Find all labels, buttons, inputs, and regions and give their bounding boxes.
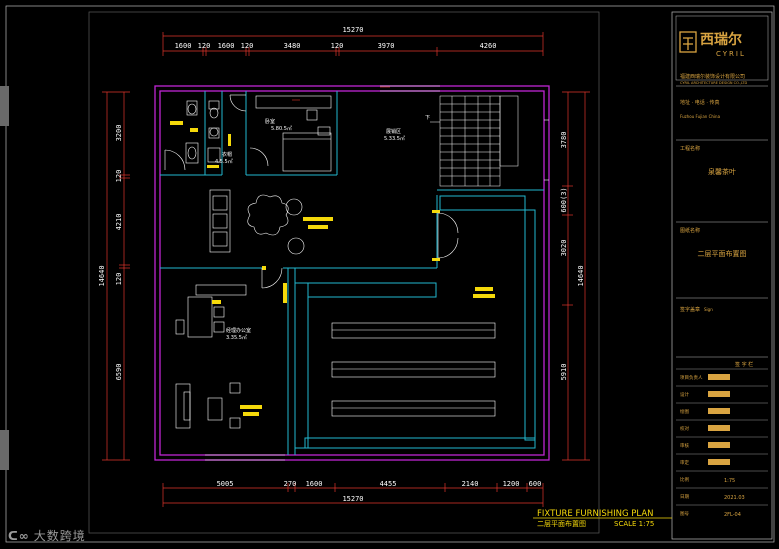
- sign-row-mark: [708, 425, 730, 431]
- company-full-name-en: CYRIL ARCHITECTURE DESIGN CO.,LTD: [680, 81, 748, 85]
- room-display-area: 5.33.5㎡: [384, 135, 405, 142]
- watermark-text: 大数跨境: [33, 529, 86, 543]
- left-segment-dims: 3200 120 4210 120 6590: [115, 125, 123, 381]
- dim-label: 1600: [175, 42, 192, 50]
- doors: [164, 94, 459, 289]
- sign-row-label: 项目负责人: [680, 374, 703, 381]
- sign-row-mark: [708, 374, 730, 380]
- dim-label: 4260: [480, 42, 497, 50]
- room-office-area: 3.35.5㎡: [226, 334, 247, 341]
- sign-row-label: 审定: [680, 459, 689, 466]
- sign-header: 签 字 栏: [735, 361, 753, 368]
- address-value: Fuzhou Fujian China: [680, 114, 721, 119]
- top-segment-dims: 1600 120 1600 120 3480 120 3970 4260: [175, 42, 497, 50]
- sign-row-mark: [708, 442, 730, 448]
- seal-value: Sign: [704, 307, 713, 312]
- room-bedroom-name: 卧室: [265, 118, 275, 125]
- dim-label: 120: [115, 170, 123, 183]
- staircase: [430, 95, 519, 187]
- room-closet-name: 衣帽: [222, 151, 232, 158]
- drawing-title-cn: 二层平面布置图: [537, 519, 586, 528]
- seal-label: 签字盖章: [680, 306, 700, 313]
- bottom-total-dim: 15270: [342, 495, 363, 503]
- sign-row-mark: [708, 408, 730, 414]
- room-closet-area: 4.5.5㎡: [215, 158, 233, 165]
- dim-label: 1200: [503, 480, 520, 488]
- floor-plan-drawing: 15270 1600 120 1600 120 3480 120 3970 42…: [5, 5, 775, 543]
- dim-label: 1600: [218, 42, 235, 50]
- company-name-en: CYRIL: [716, 50, 746, 58]
- dim-label: 3200: [115, 125, 123, 142]
- project-value: 泉馨茶叶: [708, 167, 736, 176]
- dim-label: 3480: [284, 42, 301, 50]
- sign-row-label: 校对: [680, 425, 689, 432]
- office-tags: [212, 300, 262, 416]
- sign-row-label: 日期: [680, 494, 689, 500]
- sign-row-mark: [708, 391, 730, 397]
- bedroom-hatch: [292, 86, 390, 101]
- meeting-area-furniture: [209, 189, 305, 255]
- sign-row-label: 设计: [680, 391, 689, 398]
- dim-label: 1600: [306, 480, 323, 488]
- sign-row-label: 绘图: [680, 408, 689, 415]
- bottom-segment-dims: 5005 270 1600 4455 2140 1200 600: [217, 480, 542, 488]
- room-display-name: 展销区: [386, 128, 401, 135]
- window-openings: [205, 85, 549, 461]
- watermark: ᑕ∞ 大数跨境: [8, 527, 86, 544]
- drawing-name-label: 图纸名称: [680, 227, 700, 234]
- dim-label: 120: [331, 42, 344, 50]
- display-shelves: [331, 322, 496, 417]
- display-tags: [473, 287, 495, 298]
- sign-row-value: 2FL-04: [724, 512, 741, 518]
- project-label: 工程名称: [680, 145, 700, 152]
- meeting-area-tags: [303, 217, 333, 229]
- title-block: 西瑞尔 CYRIL 福建西瑞尔装饰设计有限公司 CYRIL ARCHITECTU…: [675, 15, 769, 518]
- sign-row-label: 审核: [680, 442, 689, 449]
- dim-label: 120: [115, 273, 123, 286]
- company-logo-icon: [679, 31, 697, 53]
- dim-label: 3970: [378, 42, 395, 50]
- company-full-name: 福建西瑞尔装饰设计有限公司: [680, 73, 745, 80]
- stair-direction-label: 下: [425, 115, 430, 121]
- dim-label: 600: [529, 480, 542, 488]
- dim-label: 120: [198, 42, 211, 50]
- dim-label: 120: [241, 42, 254, 50]
- left-total-dim: 14640: [98, 265, 106, 286]
- dim-label: 3780: [560, 132, 568, 149]
- left-scroll-handle[interactable]: [0, 430, 9, 470]
- dim-label: 270: [284, 480, 297, 488]
- room-office-name: 经理办公室: [226, 327, 251, 334]
- sign-rows: 项目负责人设计绘图校对审核审定比例 1:75 日期 2021.03 图号 2FL-04: [676, 368, 768, 518]
- left-scroll-handle[interactable]: [0, 86, 9, 126]
- sign-row-label: 图号: [680, 511, 689, 517]
- top-total-dim: 15270: [342, 26, 363, 34]
- address-label: 地址 · 电话 · 传真: [680, 99, 720, 106]
- drawing-scale: SCALE 1:75: [614, 520, 654, 528]
- right-segment-dims: 3780 600(3) 3020 5910: [560, 132, 568, 381]
- right-total-dim: 14640: [577, 265, 585, 286]
- watermark-logo-icon: ᑕ∞: [8, 529, 30, 543]
- drawing-name-value: 二层平面布置图: [698, 249, 747, 258]
- dim-label: 3020: [560, 240, 568, 257]
- dim-label: 4455: [380, 480, 397, 488]
- dim-label: 6590: [115, 364, 123, 381]
- sign-row-value: 1:75: [724, 478, 735, 484]
- wc-tags: [170, 121, 198, 132]
- interior-walls: [160, 91, 544, 455]
- drawing-title-en: FIXTURE FURNISHING PLAN: [537, 509, 654, 519]
- dim-label: 5005: [217, 480, 234, 488]
- dim-label: 5910: [560, 364, 568, 381]
- dim-label: 600(3): [560, 187, 568, 212]
- office-furniture: [175, 284, 247, 429]
- sign-row-mark: [708, 459, 730, 465]
- company-name-cn: 西瑞尔: [700, 31, 742, 48]
- sign-row-value: 2021.03: [724, 495, 745, 501]
- dim-label: 2140: [462, 480, 479, 488]
- room-bedroom-area: 5.80.5㎡: [271, 125, 292, 132]
- sign-row-label: 比例: [680, 476, 689, 483]
- dim-label: 4210: [115, 214, 123, 231]
